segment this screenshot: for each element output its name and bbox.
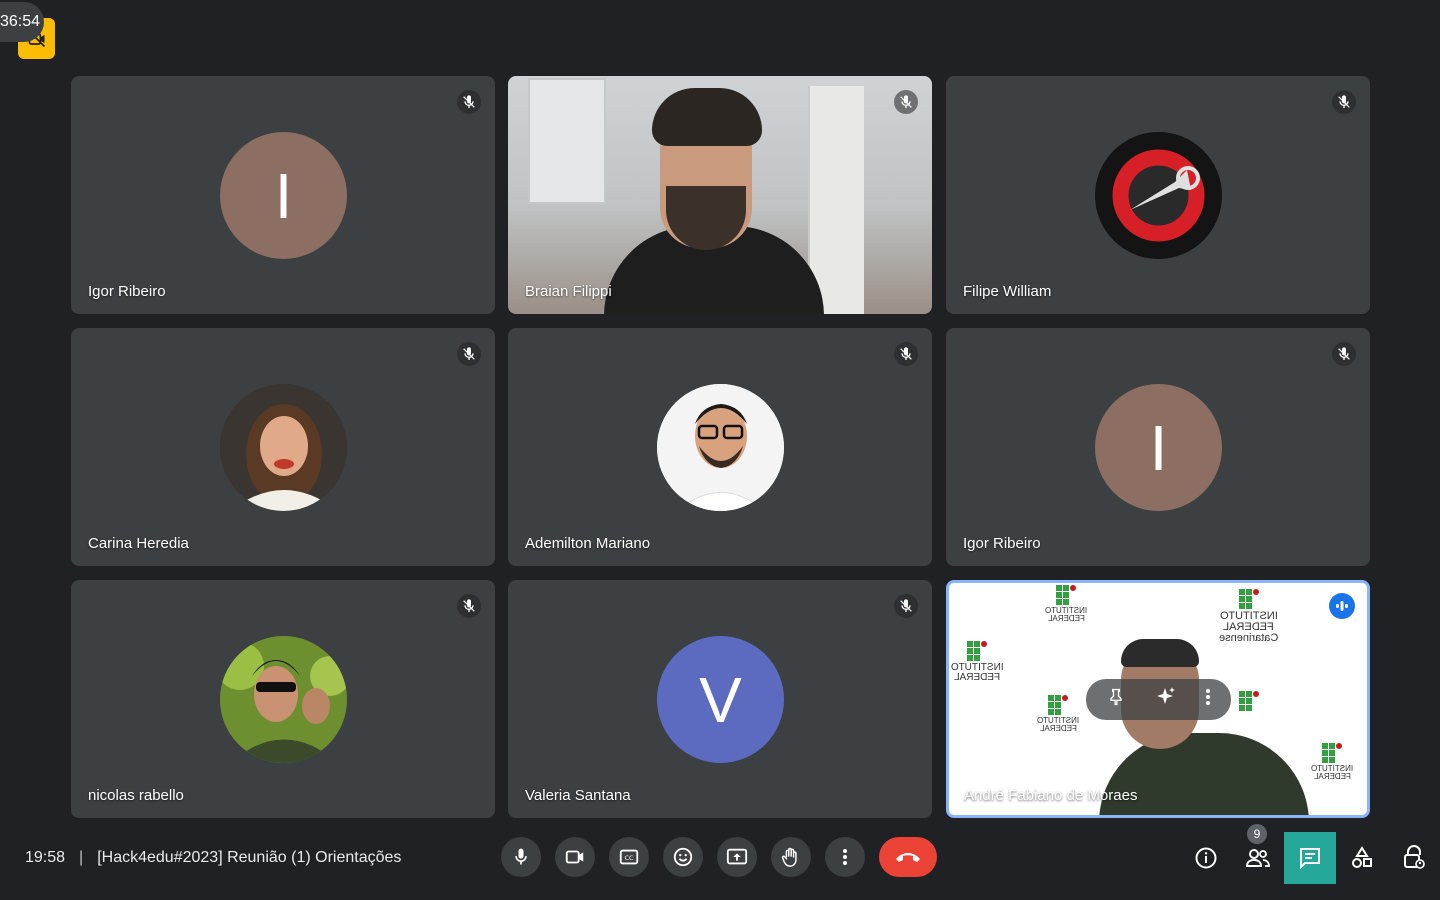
mic-muted-icon bbox=[1332, 342, 1356, 366]
microphone-button[interactable] bbox=[501, 837, 541, 877]
institute-logo: INSTITUTO FEDERAL bbox=[951, 641, 1004, 683]
participant-name: Filipe William bbox=[963, 283, 1052, 300]
logo-text-line2: FEDERAL bbox=[1047, 614, 1085, 623]
pin-icon[interactable] bbox=[1106, 687, 1126, 712]
person-body bbox=[1099, 733, 1309, 815]
avatar bbox=[220, 636, 347, 763]
host-controls-button[interactable] bbox=[1388, 832, 1440, 884]
meeting-title: [Hack4edu#2023] Reunião (1) Orientações bbox=[97, 849, 402, 866]
separator: | bbox=[79, 849, 84, 866]
chat-icon bbox=[1300, 848, 1320, 870]
institute-logo: INSTITUTO FEDERAL bbox=[1045, 585, 1087, 623]
tile-hover-controls bbox=[1086, 679, 1231, 720]
institute-logo bbox=[1239, 691, 1259, 713]
present-screen-button[interactable] bbox=[717, 837, 757, 877]
avatar bbox=[657, 384, 784, 511]
present-screen-icon bbox=[726, 848, 748, 865]
mic-muted-icon bbox=[894, 594, 918, 618]
captions-icon: CC bbox=[619, 849, 639, 865]
logo-text-line2: FEDERAL bbox=[1313, 772, 1351, 781]
call-controls: CC bbox=[501, 837, 937, 877]
participant-grid: I Igor Ribeiro Braian Filippi Filipe Wil… bbox=[71, 76, 1370, 818]
participant-count-badge: 9 bbox=[1247, 824, 1267, 844]
avatar: V bbox=[657, 636, 784, 763]
participant-name: Ademilton Mariano bbox=[525, 535, 651, 552]
mic-muted-icon bbox=[457, 594, 481, 618]
participant-name: Valeria Santana bbox=[525, 787, 631, 804]
profile-photo bbox=[657, 384, 784, 511]
raise-hand-button[interactable] bbox=[771, 837, 811, 877]
participant-tile[interactable]: I Igor Ribeiro bbox=[71, 76, 495, 314]
participant-name: Carina Heredia bbox=[88, 535, 189, 552]
participant-tile[interactable]: I Igor Ribeiro bbox=[946, 328, 1370, 566]
avatar-initial: V bbox=[699, 663, 742, 736]
lock-person-icon bbox=[1404, 845, 1425, 869]
captions-button[interactable]: CC bbox=[609, 837, 649, 877]
mic-icon bbox=[515, 848, 527, 865]
participant-tile[interactable]: Carina Heredia bbox=[71, 328, 495, 566]
participant-name: Braian Filippi bbox=[525, 283, 612, 300]
participant-tile[interactable]: nicolas rabello bbox=[71, 580, 495, 818]
raise-hand-icon bbox=[781, 847, 797, 867]
avatar-initial: I bbox=[1149, 411, 1168, 484]
institute-logo: INSTITUTO FEDERAL bbox=[1311, 743, 1353, 781]
mic-muted-icon bbox=[457, 90, 481, 114]
side-panel-controls: 9 bbox=[1180, 824, 1440, 884]
avatar: I bbox=[220, 132, 347, 259]
participant-video-tile[interactable]: Braian Filippi bbox=[508, 76, 932, 314]
participant-video-tile-active[interactable]: INSTITUTO FEDERAL INSTITUTO FEDERAL Cata… bbox=[946, 580, 1370, 818]
mic-muted-icon bbox=[457, 342, 481, 366]
participant-tile[interactable]: V Valeria Santana bbox=[508, 580, 932, 818]
participant-name: Igor Ribeiro bbox=[963, 535, 1041, 552]
avatar bbox=[1095, 132, 1222, 259]
activities-button[interactable] bbox=[1336, 832, 1388, 884]
meeting-info: 19:58 | [Hack4edu#2023] Reunião (1) Orie… bbox=[25, 849, 401, 867]
mic-muted-icon bbox=[894, 90, 918, 114]
participant-tile[interactable]: Filipe William bbox=[946, 76, 1370, 314]
svg-text:CC: CC bbox=[625, 854, 634, 862]
meeting-time: 19:58 bbox=[25, 849, 66, 866]
more-options-button[interactable] bbox=[825, 837, 865, 877]
participants-button[interactable]: 9 bbox=[1232, 824, 1284, 884]
activities-icon bbox=[1352, 846, 1372, 868]
whiteboard-background bbox=[528, 78, 606, 204]
mic-muted-icon bbox=[894, 342, 918, 366]
emoji-icon bbox=[673, 847, 693, 867]
person-hair bbox=[1121, 639, 1199, 667]
leave-call-button[interactable] bbox=[879, 837, 937, 877]
camera-icon bbox=[565, 850, 584, 864]
participant-name: Igor Ribeiro bbox=[88, 283, 166, 300]
avatar: I bbox=[1095, 384, 1222, 511]
logo-text-line2: FEDERAL bbox=[954, 672, 1001, 683]
reactions-button[interactable] bbox=[663, 837, 703, 877]
people-icon bbox=[1245, 849, 1270, 867]
logo-text-line2: FEDERAL bbox=[1039, 724, 1077, 733]
camera-button[interactable] bbox=[555, 837, 595, 877]
recording-timer: 36:54 bbox=[0, 2, 45, 42]
more-options-icon bbox=[843, 849, 847, 865]
profile-photo bbox=[220, 636, 347, 763]
chat-button[interactable] bbox=[1284, 832, 1336, 884]
person-hair bbox=[652, 88, 762, 146]
more-options-icon[interactable] bbox=[1205, 687, 1211, 712]
participant-name: André Fabiano de Moraes bbox=[964, 787, 1138, 804]
mic-muted-icon bbox=[1332, 90, 1356, 114]
end-call-icon bbox=[896, 853, 920, 862]
meeting-details-button[interactable] bbox=[1180, 832, 1232, 884]
speaking-indicator-icon bbox=[1329, 593, 1355, 619]
profile-photo bbox=[220, 384, 347, 511]
institute-logo: INSTITUTO FEDERAL bbox=[1037, 695, 1079, 733]
logo-text-line3: Catarinense bbox=[1219, 632, 1279, 644]
trumpet-avatar-image bbox=[1095, 132, 1222, 259]
participant-name: nicolas rabello bbox=[88, 787, 184, 804]
institute-logo: INSTITUTO FEDERAL Catarinense bbox=[1219, 589, 1278, 644]
meeting-control-bar: 19:58 | [Hack4edu#2023] Reunião (1) Orie… bbox=[0, 824, 1440, 884]
avatar-initial: I bbox=[274, 159, 293, 232]
visual-effects-icon[interactable] bbox=[1153, 685, 1177, 714]
avatar bbox=[220, 384, 347, 511]
info-icon bbox=[1195, 847, 1217, 869]
participant-tile[interactable]: Ademilton Mariano bbox=[508, 328, 932, 566]
